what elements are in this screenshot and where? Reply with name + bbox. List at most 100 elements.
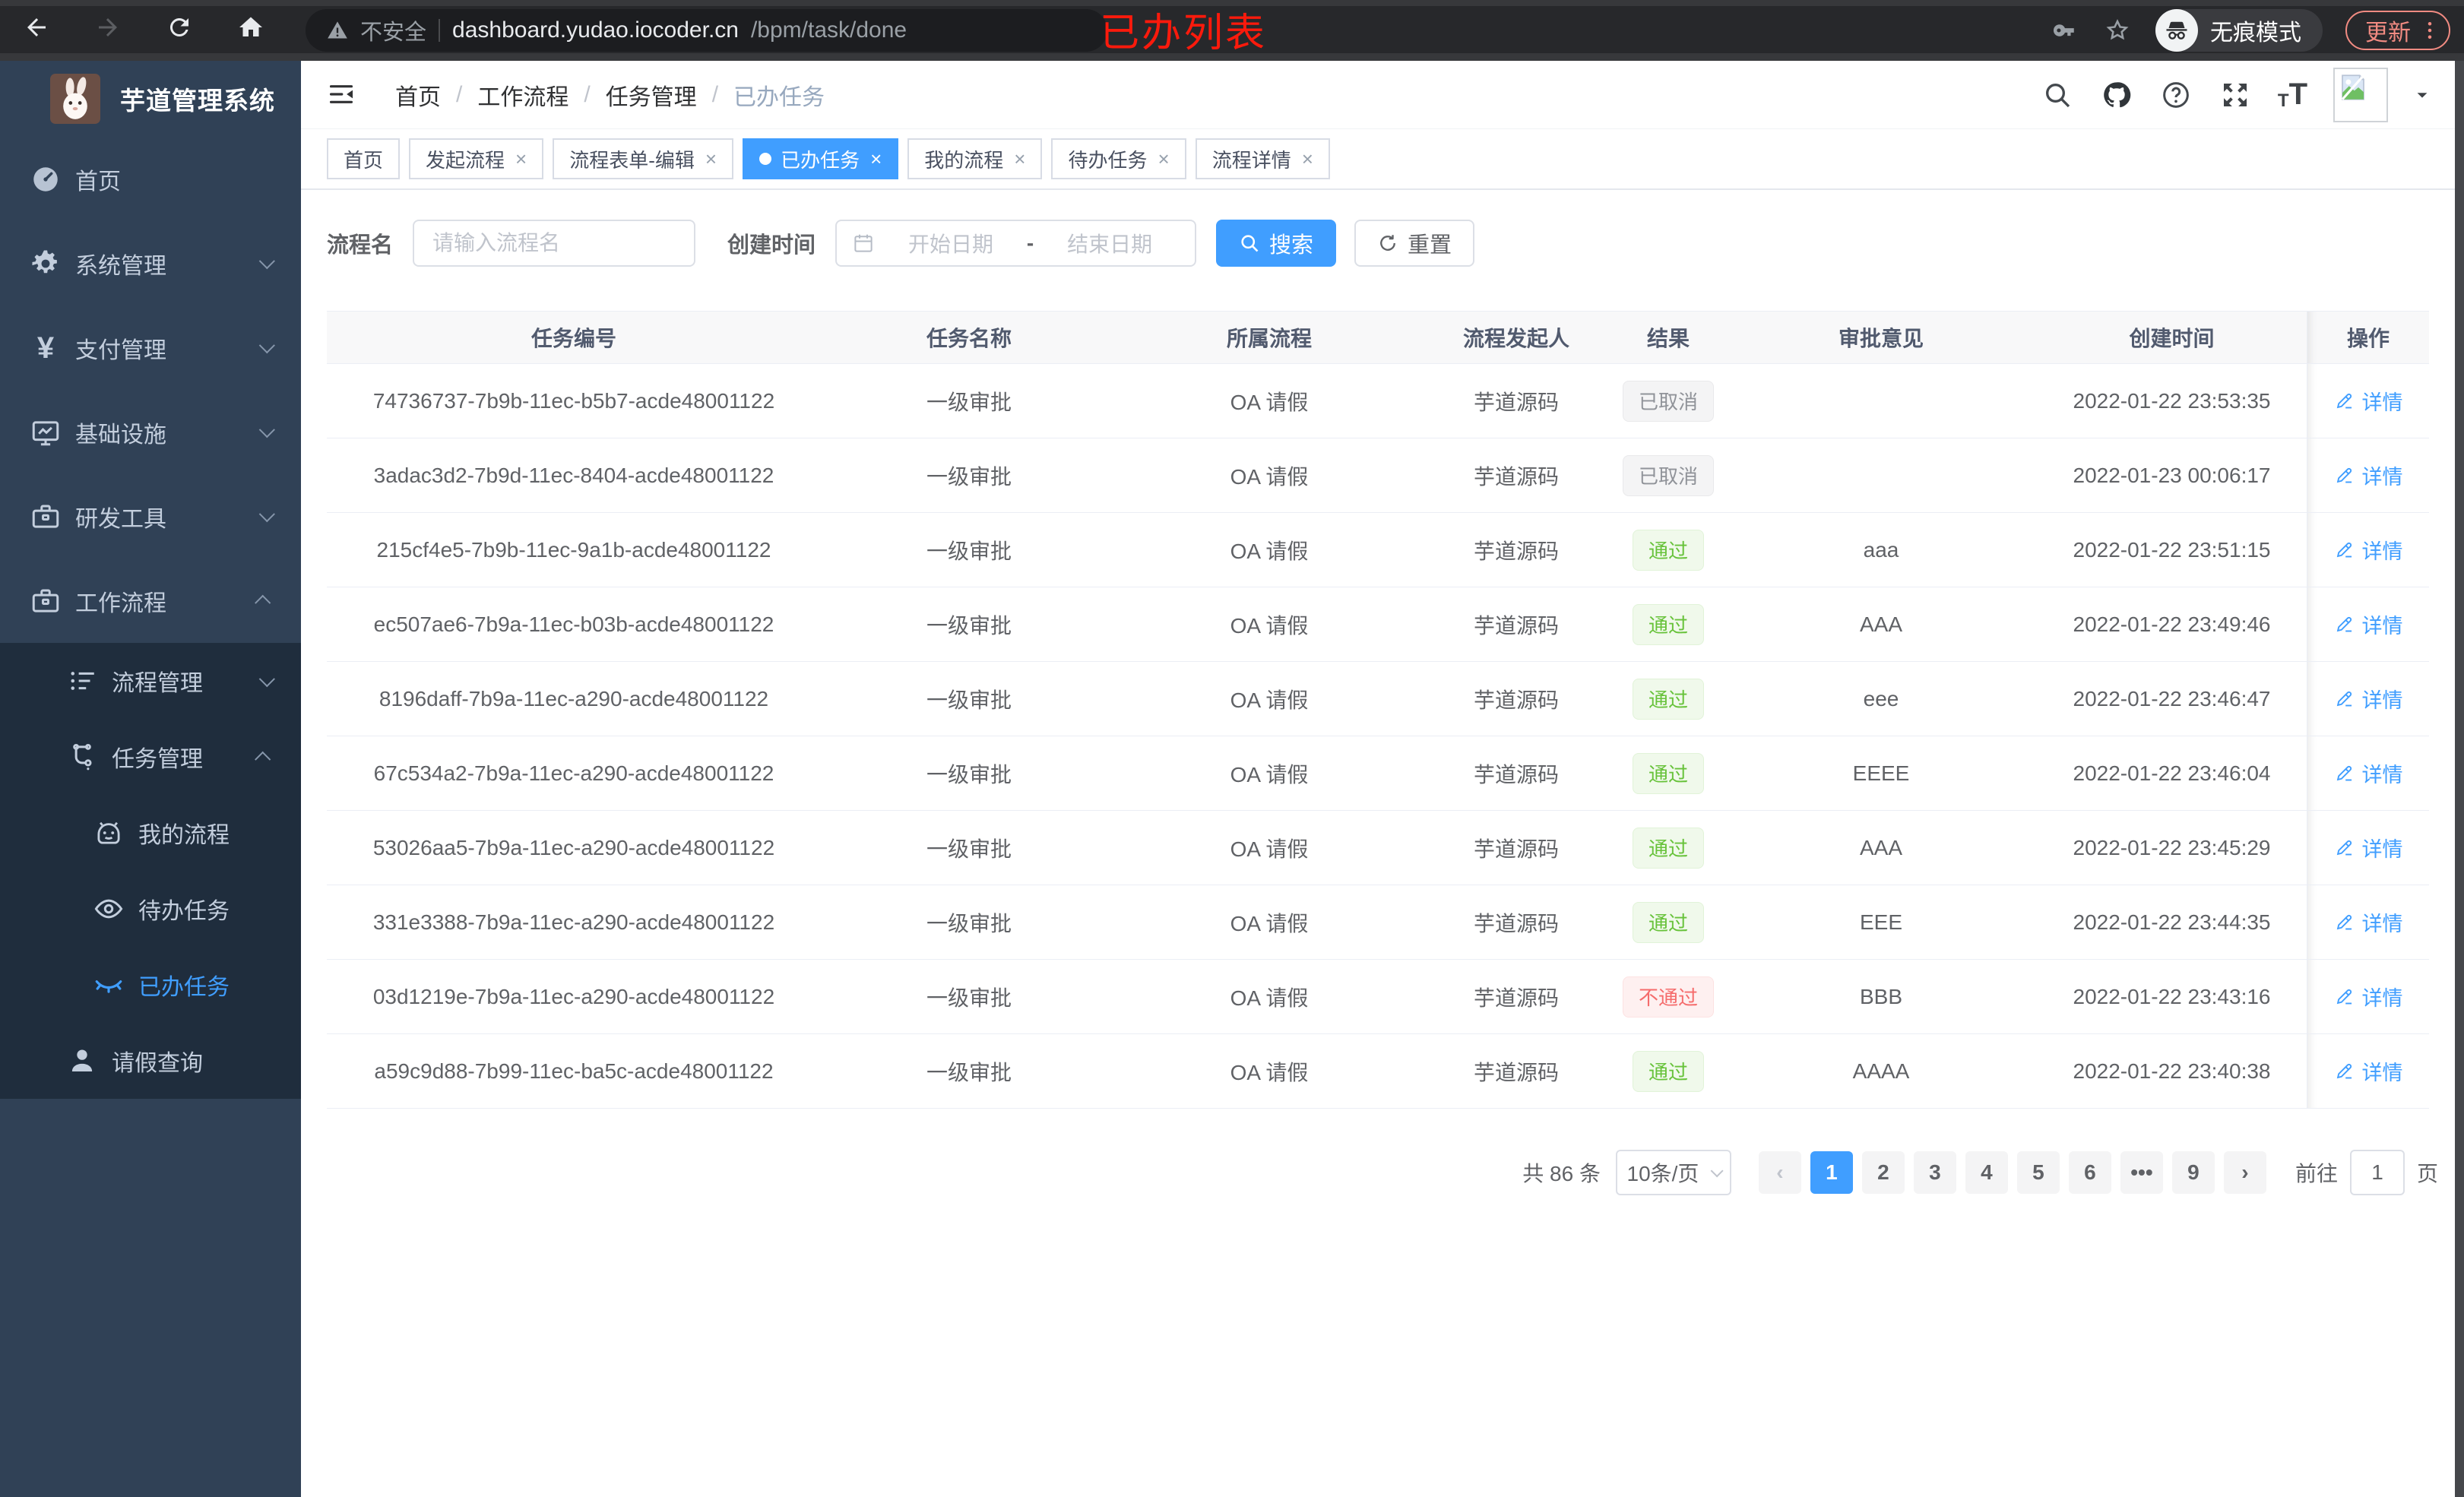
cell-actions: 详情 [2307, 587, 2429, 661]
page-button-3[interactable]: 3 [1913, 1151, 1956, 1194]
page-size-select[interactable]: 10条/页 [1615, 1150, 1731, 1195]
end-date-placeholder[interactable]: 结束日期 [1040, 228, 1180, 258]
date-range-separator: - [1026, 231, 1034, 255]
detail-link[interactable]: 详情 [2334, 758, 2403, 788]
tab-close-icon[interactable]: × [870, 147, 882, 171]
sidebar-item-8[interactable]: 我的流程 [0, 795, 301, 871]
sidebar-item-2[interactable]: ¥ 支付管理 [0, 305, 301, 390]
browser-home-button[interactable] [236, 12, 266, 43]
sidebar-item-3[interactable]: 基础设施 [0, 390, 301, 474]
window-scrollbar[interactable] [2455, 61, 2464, 1497]
prev-page-button[interactable]: ‹ [1758, 1151, 1801, 1194]
tab-1[interactable]: 发起流程 × [409, 138, 544, 179]
tab-close-icon[interactable]: × [705, 147, 717, 171]
next-page-button[interactable]: › [2223, 1151, 2266, 1194]
sidebar-item-10[interactable]: 已办任务 [0, 947, 301, 1023]
detail-link[interactable]: 详情 [2334, 684, 2403, 714]
detail-link[interactable]: 详情 [2334, 907, 2403, 937]
search-button[interactable]: 搜索 [1216, 220, 1337, 267]
app-logo[interactable]: 芋道管理系统 [0, 61, 301, 137]
tab-2[interactable]: 流程表单-编辑 × [553, 138, 734, 179]
tab-close-icon[interactable]: × [515, 147, 527, 171]
tab-close-icon[interactable]: × [1014, 147, 1025, 171]
table-row: 67c534a2-7b9a-11ec-a290-acde48001122 一级审批… [327, 736, 2429, 811]
detail-link[interactable]: 详情 [2334, 460, 2403, 490]
tab-close-icon[interactable]: × [1158, 147, 1170, 171]
detail-link[interactable]: 详情 [2334, 833, 2403, 862]
cell-actions: 详情 [2307, 736, 2429, 810]
caret-down-icon[interactable] [2414, 87, 2431, 103]
sidebar-item-9[interactable]: 待办任务 [0, 871, 301, 947]
sidebar-item-4[interactable]: 研发工具 [0, 474, 301, 559]
key-icon[interactable] [2049, 15, 2079, 46]
breadcrumb-item-1[interactable]: 工作流程 [477, 78, 568, 112]
help-icon[interactable] [2159, 78, 2193, 112]
breadcrumb-item-2[interactable]: 任务管理 [606, 78, 697, 112]
sidebar-item-6[interactable]: 流程管理 [0, 643, 301, 719]
detail-link[interactable]: 详情 [2334, 535, 2403, 565]
column-header-4: 结果 [1611, 312, 1725, 363]
sidebar-item-7[interactable]: 任务管理 [0, 719, 301, 795]
edit-pen-icon [2334, 540, 2355, 560]
breadcrumb-separator: / [711, 81, 719, 107]
bookmark-star-icon[interactable] [2102, 15, 2133, 46]
incognito-icon [2155, 9, 2198, 52]
status-badge: 不通过 [1622, 976, 1714, 1018]
github-icon[interactable] [2100, 78, 2133, 112]
sidebar-item-0[interactable]: 首页 [0, 137, 301, 221]
search-icon[interactable] [2041, 78, 2074, 112]
cell-task-name: 一级审批 [926, 837, 1012, 861]
edit-pen-icon [2334, 1061, 2355, 1081]
browser-update-button[interactable]: 更新 [2345, 11, 2450, 50]
breadcrumb-item-0[interactable]: 首页 [395, 78, 441, 112]
detail-link[interactable]: 详情 [2334, 982, 2403, 1011]
broken-image-icon [2341, 74, 2365, 100]
start-date-placeholder[interactable]: 开始日期 [881, 228, 1021, 258]
sidebar-collapse-icon[interactable] [327, 80, 357, 110]
page-button-6[interactable]: 6 [2068, 1151, 2111, 1194]
page-button-9[interactable]: 9 [2171, 1151, 2215, 1194]
tab-5[interactable]: 待办任务 × [1051, 138, 1186, 179]
page-button-5[interactable]: 5 [2016, 1151, 2060, 1194]
cell-created: 2022-01-22 23:49:46 [2073, 612, 2271, 636]
cell-result: 通过 [1611, 885, 1725, 959]
browser-refresh-button[interactable] [164, 12, 195, 43]
column-header-1: 任务名称 [821, 312, 1117, 363]
browser-forward-button[interactable] [93, 12, 123, 43]
tab-close-icon[interactable]: × [1302, 147, 1313, 171]
goto-page-input[interactable] [2351, 1151, 2403, 1194]
cell-created: 2022-01-22 23:44:35 [2073, 910, 2271, 934]
security-warning-icon[interactable] [327, 20, 348, 41]
sidebar-item-11[interactable]: 请假查询 [0, 1023, 301, 1099]
detail-link[interactable]: 详情 [2334, 1056, 2403, 1086]
more-pages-button[interactable]: ••• [2120, 1151, 2163, 1194]
page-overlay-title: 已办列表 [1100, 11, 1268, 55]
breadcrumb-separator: / [456, 81, 463, 107]
table-row: 3adac3d2-7b9d-11ec-8404-acde48001122 一级审批… [327, 438, 2429, 513]
cell-task-name: 一级审批 [926, 1060, 1012, 1084]
browser-back-button[interactable] [21, 12, 52, 43]
browser-nav [21, 12, 266, 43]
page-button-4[interactable]: 4 [1965, 1151, 2008, 1194]
page-button-1[interactable]: 1 [1810, 1151, 1853, 1194]
tab-4[interactable]: 我的流程 × [907, 138, 1043, 179]
tab-6[interactable]: 流程详情 × [1195, 138, 1330, 179]
browser-url-bar[interactable]: 不安全 dashboard.yudao.iocoder.cn/bpm/task/… [306, 9, 1107, 52]
reset-button[interactable]: 重置 [1354, 220, 1475, 267]
font-size-icon[interactable]: TT [2278, 78, 2307, 112]
reset-button-label: 重置 [1408, 233, 1452, 258]
sidebar-item-1[interactable]: 系统管理 [0, 221, 301, 305]
sidebar-item-5[interactable]: 工作流程 [0, 559, 301, 643]
cell-result: 通过 [1611, 513, 1725, 587]
user-avatar[interactable] [2333, 67, 2388, 122]
date-range-picker[interactable]: 开始日期 - 结束日期 [835, 220, 1197, 267]
fullscreen-icon[interactable] [2219, 78, 2252, 112]
process-name-input[interactable] [432, 231, 676, 255]
detail-link[interactable]: 详情 [2334, 609, 2403, 639]
page-button-2[interactable]: 2 [1861, 1151, 1905, 1194]
tab-0[interactable]: 首页 [327, 138, 401, 179]
security-label[interactable]: 不安全 [360, 14, 426, 46]
detail-link[interactable]: 详情 [2334, 386, 2403, 416]
tab-3[interactable]: 已办任务 × [743, 138, 899, 179]
calendar-icon [854, 234, 873, 252]
